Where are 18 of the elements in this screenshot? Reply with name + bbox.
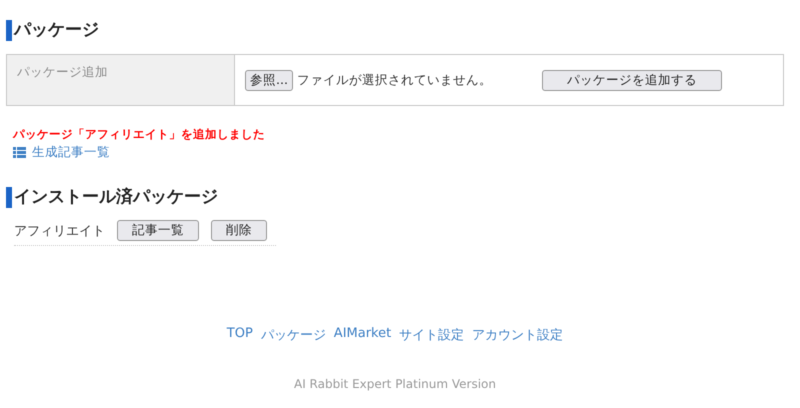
footer-link[interactable]: パッケージ xyxy=(260,326,326,344)
package-action-button[interactable]: 記事一覧 xyxy=(117,220,199,241)
version-text: AI Rabbit Expert Platinum Version xyxy=(292,377,498,391)
success-message: パッケージ「アフィリエイト」を追加しました xyxy=(13,127,266,142)
footer-link[interactable]: AIMarket xyxy=(334,326,392,344)
file-status: ファイルが選択されていません。 xyxy=(296,72,492,88)
browse-button[interactable]: 参照... xyxy=(245,70,293,90)
form-label: パッケージ追加 xyxy=(6,54,234,106)
package-name: アフィリエイト xyxy=(14,222,105,240)
add-package-button[interactable]: パッケージを追加する xyxy=(542,70,722,90)
section-heading: インストール済パッケージ xyxy=(6,187,784,208)
articles-link[interactable]: 生成記事一覧 xyxy=(32,144,110,161)
section-heading: パッケージ xyxy=(6,20,784,41)
list-icon xyxy=(13,147,26,158)
package-action-button[interactable]: 削除 xyxy=(211,220,267,241)
footer-link[interactable]: TOP xyxy=(226,326,253,344)
footer-link[interactable]: サイト設定 xyxy=(399,326,464,344)
footer-link[interactable]: アカウント設定 xyxy=(472,326,564,344)
